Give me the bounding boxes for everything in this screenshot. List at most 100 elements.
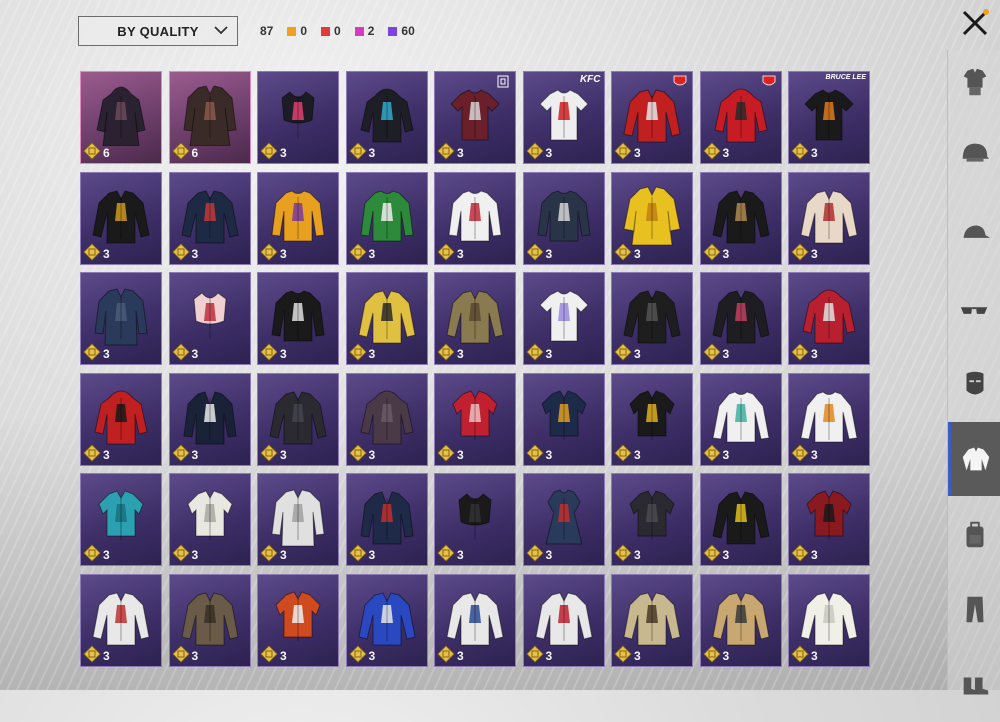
item-card[interactable]: 3	[345, 473, 428, 566]
item-card[interactable]: 3	[345, 71, 428, 164]
item-card[interactable]: 3	[522, 272, 605, 365]
item-card[interactable]: 3	[345, 171, 428, 265]
item-card[interactable]: 3	[699, 71, 782, 164]
item-card[interactable]: 3	[434, 171, 516, 265]
item-card[interactable]: 3	[699, 372, 782, 466]
item-card[interactable]: 3	[257, 171, 339, 265]
tshirt-icon	[804, 89, 854, 141]
item-count: 3	[457, 548, 464, 562]
blazer-icon	[359, 491, 414, 545]
item-card[interactable]: 3	[257, 272, 339, 365]
item-card[interactable]: 3	[434, 473, 516, 566]
item-card[interactable]: 3	[257, 573, 339, 667]
item-card[interactable]: 3	[80, 272, 162, 365]
crop-top-icon	[281, 91, 315, 138]
item-card[interactable]: 3	[168, 272, 251, 365]
coupon-badge-icon	[260, 142, 278, 160]
jacket-icon	[92, 591, 150, 645]
item-count: 3	[722, 447, 730, 462]
coupon-badge-icon	[260, 544, 278, 562]
sidebar-item-helmet[interactable]	[948, 118, 1000, 192]
coupon-badge-icon	[260, 242, 278, 261]
sidebar-item-shirt[interactable]	[948, 422, 1000, 496]
item-card[interactable]: 3	[345, 272, 428, 365]
item-count: 6	[191, 146, 199, 160]
item-card[interactable]: BRUCE LEE 3	[788, 71, 870, 164]
item-card[interactable]: 3	[788, 573, 870, 667]
sidebar-item-shoes[interactable]	[948, 648, 1000, 722]
item-card[interactable]: 3	[611, 473, 693, 566]
item-card[interactable]: 3	[257, 473, 339, 566]
item-card[interactable]: 3	[434, 71, 516, 164]
sweater-icon	[271, 290, 325, 342]
item-card[interactable]: 3	[434, 372, 516, 466]
jacket-icon	[92, 189, 150, 243]
sidebar-item-outfit[interactable]	[948, 45, 1000, 119]
item-card[interactable]: 3	[611, 573, 693, 667]
item-card[interactable]: 3	[168, 473, 251, 566]
coupon-badge-icon	[614, 242, 632, 261]
sidebar-item-pants[interactable]	[948, 572, 1000, 646]
robe-icon	[623, 185, 681, 245]
item-card[interactable]: 3	[699, 272, 782, 365]
item-card[interactable]: 3	[611, 272, 693, 365]
item-card[interactable]: 3	[80, 573, 162, 667]
item-card[interactable]: KFC 3	[522, 71, 605, 164]
item-card[interactable]: 3	[345, 573, 428, 667]
shirt-icon	[275, 590, 321, 641]
item-card[interactable]: 3	[522, 473, 605, 566]
item-card[interactable]: 3	[611, 71, 693, 164]
jacket-icon	[623, 290, 681, 344]
box-logo-icon	[497, 75, 509, 88]
sidebar-item-backpack[interactable]	[948, 498, 1000, 572]
sidebar-item-cap[interactable]	[948, 198, 1000, 272]
item-card[interactable]: 3	[522, 573, 605, 667]
item-card[interactable]: 3	[345, 372, 428, 466]
coupon-badge-icon	[83, 544, 101, 562]
item-count: 3	[634, 347, 641, 361]
item-card[interactable]: 3	[80, 171, 162, 265]
item-card[interactable]: 3	[257, 372, 339, 466]
coupon-badge-icon	[437, 644, 455, 663]
item-card[interactable]: 3	[168, 372, 251, 466]
item-count: 3	[191, 347, 199, 361]
item-card[interactable]: 3	[699, 573, 782, 667]
item-count: 3	[634, 246, 641, 261]
item-count: 3	[457, 447, 464, 462]
cap-icon	[963, 225, 990, 238]
item-card[interactable]: 3	[611, 372, 693, 466]
item-card[interactable]: 3	[788, 272, 870, 365]
backpack-icon	[966, 521, 983, 548]
coupon-badge-icon	[348, 443, 367, 462]
coupon-badge-icon	[525, 544, 544, 562]
item-card[interactable]: 3	[699, 473, 782, 566]
item-card[interactable]: 3	[788, 372, 870, 466]
total-count: 87	[260, 24, 274, 38]
coupon-badge-icon	[614, 142, 632, 160]
sort-dropdown[interactable]: BY QUALITY	[78, 16, 238, 46]
item-card[interactable]: 3	[611, 171, 693, 265]
close-button[interactable]	[958, 6, 992, 40]
item-card[interactable]: 3	[788, 473, 870, 566]
item-card[interactable]: 3	[168, 573, 251, 667]
crop-top-icon	[192, 292, 227, 339]
coupon-badge-icon	[83, 242, 101, 261]
item-card[interactable]: 3	[168, 171, 251, 265]
item-count: 3	[545, 246, 553, 261]
item-card[interactable]: 3	[434, 573, 516, 667]
item-card[interactable]: 3	[522, 372, 605, 466]
item-card[interactable]: 6	[168, 71, 251, 164]
sidebar-item-mask[interactable]	[948, 348, 1000, 422]
coupon-badge-icon	[260, 443, 278, 462]
sidebar-item-glasses[interactable]	[948, 274, 1000, 348]
item-card[interactable]: 3	[80, 473, 162, 566]
item-card[interactable]: 3	[788, 171, 870, 265]
coupon-badge-icon	[83, 142, 101, 160]
longsleeve-icon	[711, 390, 770, 442]
item-card[interactable]: 3	[257, 71, 339, 164]
item-card[interactable]: 6	[80, 71, 162, 164]
item-card[interactable]: 3	[434, 272, 516, 365]
item-card[interactable]: 3	[80, 372, 162, 466]
item-card[interactable]: 3	[522, 171, 605, 265]
item-card[interactable]: 3	[699, 171, 782, 265]
